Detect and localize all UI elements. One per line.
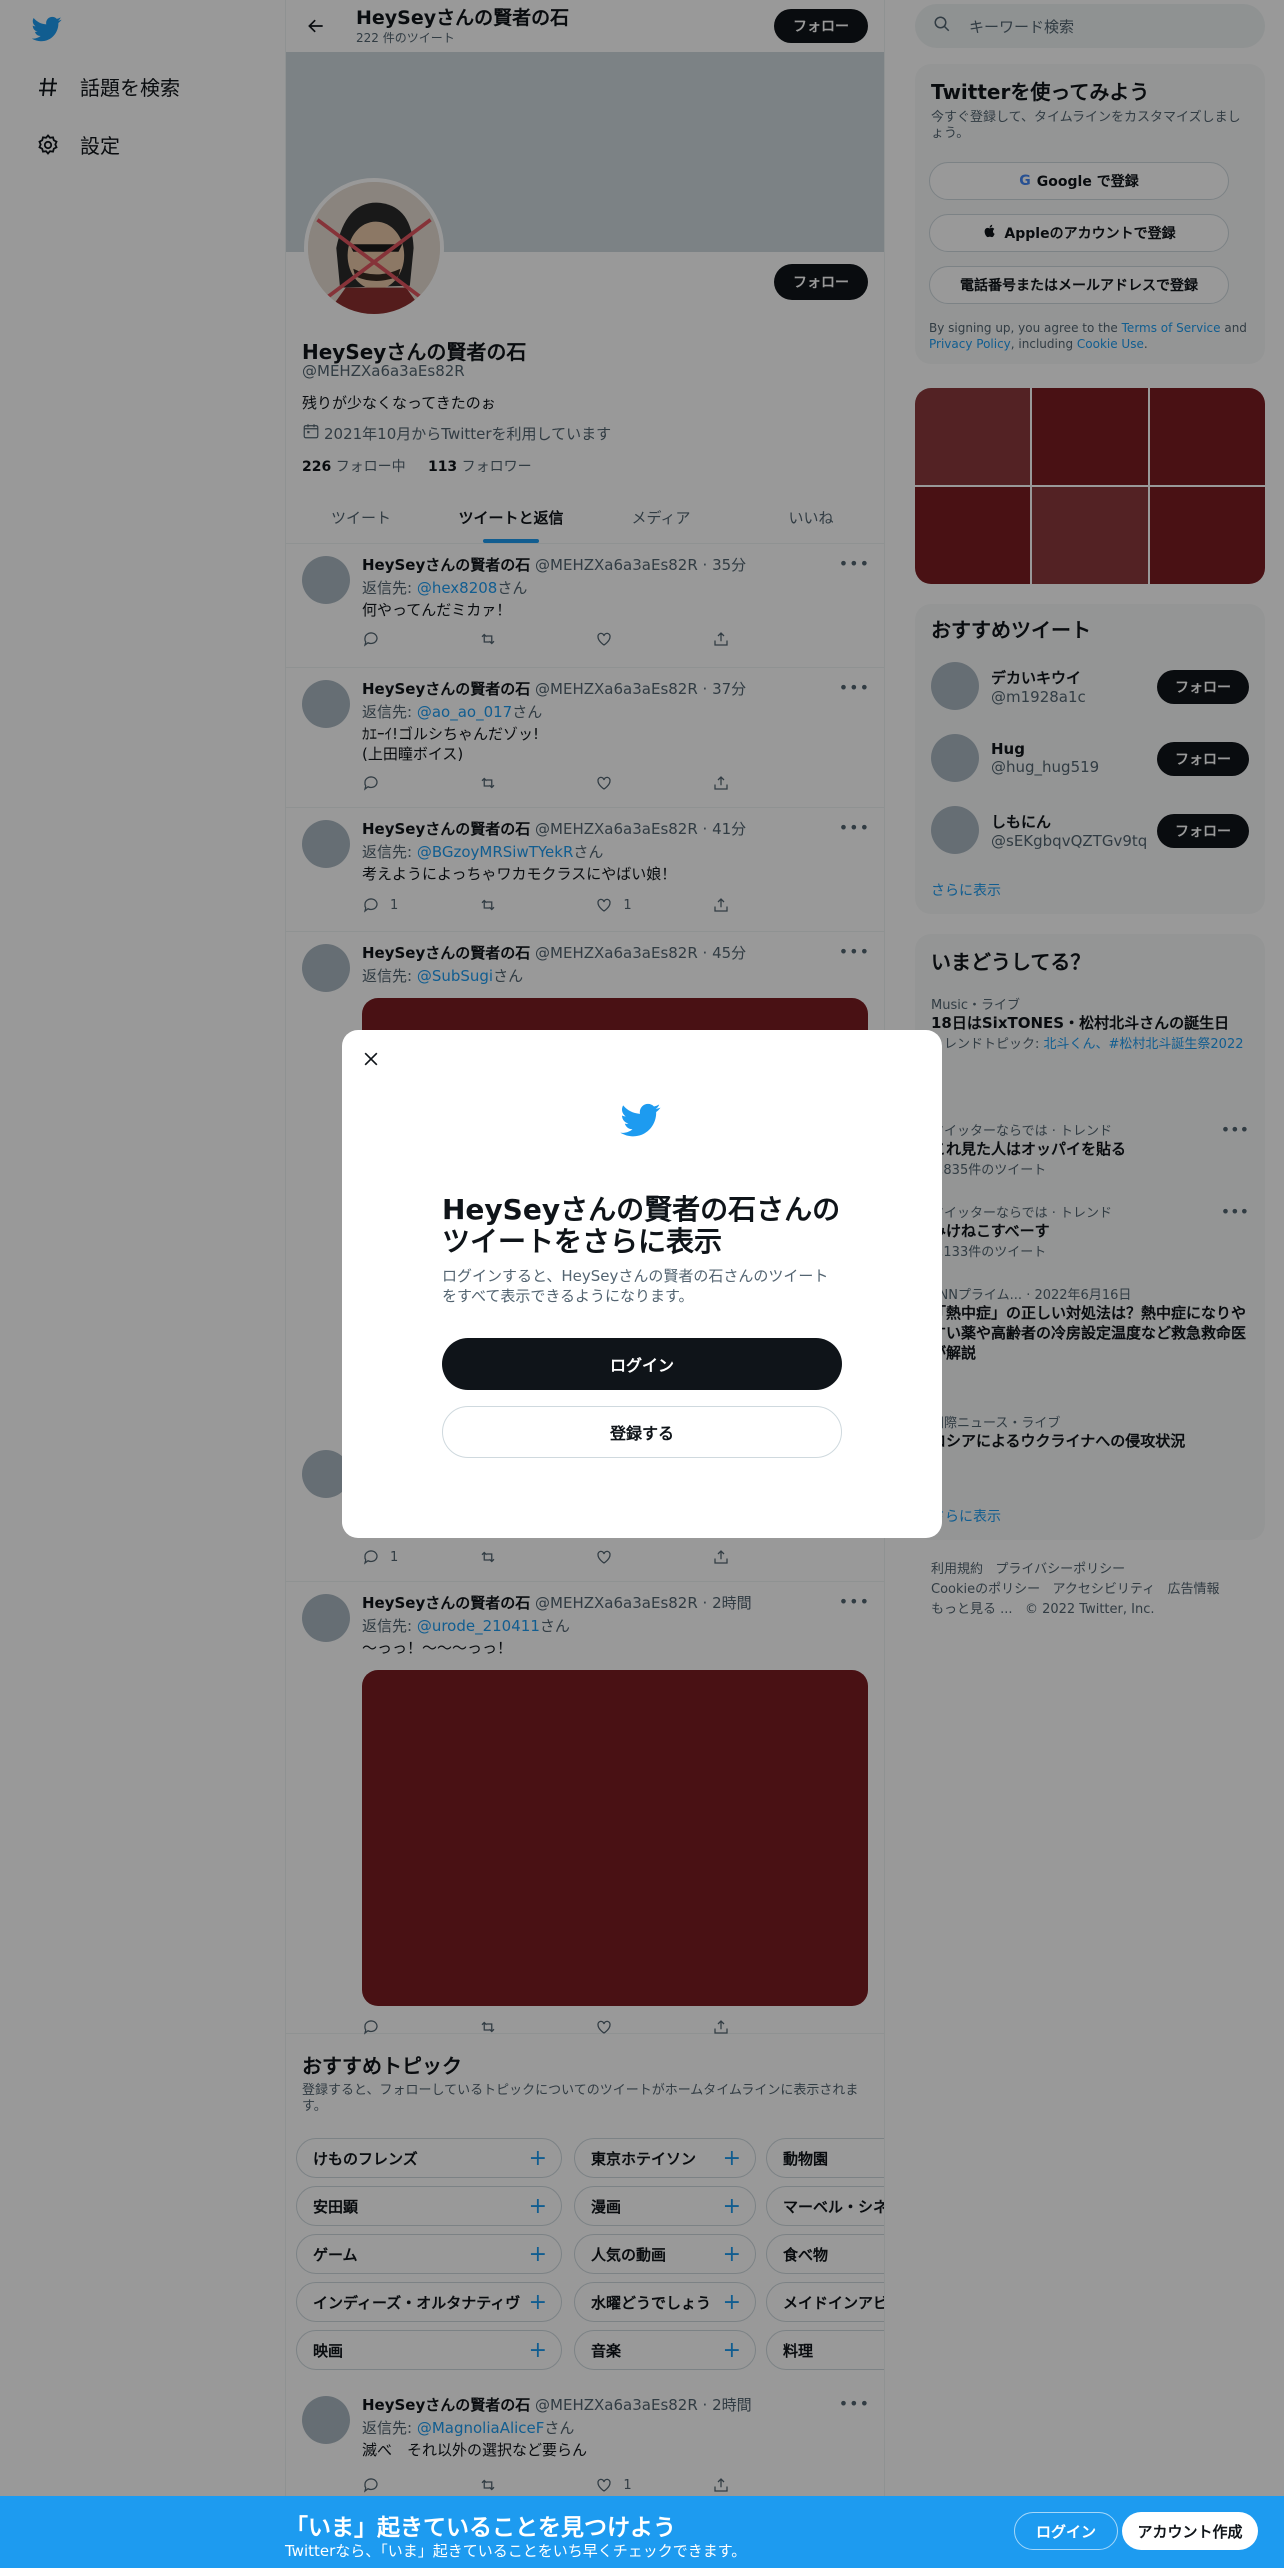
bottom-subtext: Twitterなら、「いま」起きていることをいち早くチェックできます。: [285, 2542, 747, 2560]
bottom-headline: 「いま」起きていることを見つけよう: [285, 2515, 676, 2541]
app-root: 話題を検索 設定 HeySeyさんの賢者の石 222 件のツイート フォロー フ…: [0, 0, 1284, 2568]
twitter-bird-icon: [618, 1100, 664, 1140]
bottom-login-button[interactable]: ログイン: [1014, 2512, 1118, 2550]
modal-description: ログインすると、HeySeyさんの賢者の石さんのツイートをすべて表示できるように…: [442, 1267, 829, 1305]
close-icon[interactable]: [354, 1042, 388, 1076]
modal-title: HeySeyさんの賢者の石さんのツイートをさらに表示: [442, 1193, 841, 1258]
modal-login-button[interactable]: ログイン: [442, 1338, 842, 1390]
modal-signup-button[interactable]: 登録する: [442, 1406, 842, 1458]
bottom-signup-button[interactable]: アカウント作成: [1122, 2512, 1258, 2550]
login-modal: HeySeyさんの賢者の石さんのツイートをさらに表示 ログインすると、HeySe…: [342, 1030, 942, 1538]
bottom-signup-bar: 「いま」起きていることを見つけよう Twitterなら、「いま」起きていることを…: [0, 2496, 1284, 2568]
